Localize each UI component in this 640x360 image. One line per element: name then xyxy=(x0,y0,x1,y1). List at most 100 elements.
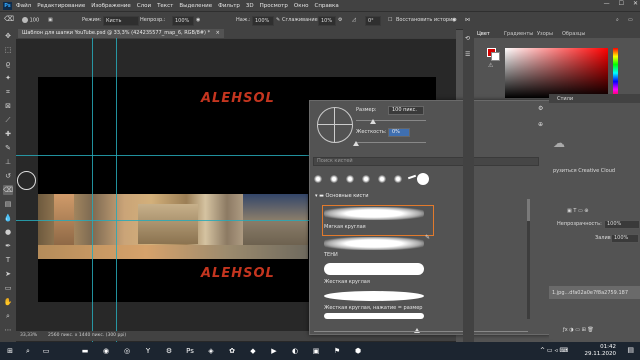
app-icon[interactable]: ▣ xyxy=(310,345,322,357)
color-spectrum[interactable] xyxy=(505,48,608,98)
eraser-tool-icon[interactable]: ⌫ xyxy=(3,185,13,195)
zoom-level[interactable]: 33,33% xyxy=(20,333,37,338)
hand-tool-icon[interactable]: ✋ xyxy=(3,297,13,307)
flow-field[interactable]: 100% xyxy=(252,16,274,26)
dodge-tool-icon[interactable]: ● xyxy=(3,227,13,237)
notifications-icon[interactable]: ▤ xyxy=(627,346,634,354)
tab-gradients[interactable]: Градиенты xyxy=(504,31,533,37)
recent-brush-7[interactable] xyxy=(407,174,417,180)
pressure-size-icon[interactable]: ◉ xyxy=(452,17,456,23)
path-selection-tool-icon[interactable]: ➤ xyxy=(3,269,13,279)
opacity-field[interactable]: 100% xyxy=(172,16,194,26)
app-icon[interactable]: ◆ xyxy=(247,345,259,357)
document-tab[interactable]: Шаблон для шапки YouTube.psd @ 33,3% (42… xyxy=(18,29,224,38)
layer-opacity-field[interactable]: 100% xyxy=(604,220,640,229)
tab-swatches[interactable]: Образцы xyxy=(562,31,585,37)
hardness-slider-thumb[interactable] xyxy=(353,141,359,146)
tab-styles[interactable]: Стили xyxy=(557,96,573,102)
mode-select[interactable]: Кисть xyxy=(103,16,139,26)
recent-brush-2[interactable] xyxy=(330,175,338,183)
recent-brush-5[interactable] xyxy=(378,175,386,183)
fill-field[interactable]: 100% xyxy=(611,234,639,243)
crop-tool-icon[interactable]: ⌗ xyxy=(3,87,13,97)
hue-slider[interactable] xyxy=(613,48,618,98)
layer-row[interactable]: 1.jpg...dfa02a0e7f8a2759.187 xyxy=(549,286,640,299)
tray-icons[interactable]: ^ ▭ ◃ ⌨ xyxy=(540,347,568,354)
history-brush-tool-icon[interactable]: ↺ xyxy=(3,171,13,181)
brush-folder-basic[interactable]: ▾ ▬ Основные кисти xyxy=(315,193,368,199)
browser-icon[interactable]: ◎ xyxy=(121,345,133,357)
eyedropper-tool-icon[interactable]: ⟋ xyxy=(3,115,13,125)
brush-preset-picker[interactable]: 100 xyxy=(22,17,39,24)
brush-list-scrollbar[interactable] xyxy=(527,199,530,319)
app-icon[interactable]: ▶ xyxy=(268,345,280,357)
marquee-tool-icon[interactable]: ⬚ xyxy=(3,45,13,55)
menu-select[interactable]: Выделение xyxy=(179,3,212,9)
pen-tool-icon[interactable]: ✒ xyxy=(3,241,13,251)
symmetry-icon[interactable]: ⋈ xyxy=(465,17,470,23)
clone-stamp-tool-icon[interactable]: ⊥ xyxy=(3,157,13,167)
recent-brush-4[interactable] xyxy=(362,175,370,183)
layer-filter-icons[interactable]: ▣ T ▭ ⊕ xyxy=(567,208,588,214)
menu-edit[interactable]: Редактирование xyxy=(37,3,85,9)
explorer-icon[interactable]: ▬ xyxy=(79,345,91,357)
menu-type[interactable]: Текст xyxy=(157,3,173,9)
quick-select-tool-icon[interactable]: ✦ xyxy=(3,73,13,83)
properties-panel-icon[interactable]: ☰ xyxy=(465,51,470,58)
minimize-button[interactable]: — xyxy=(604,0,610,7)
close-tab-icon[interactable]: × xyxy=(216,30,220,36)
hardness-slider-track[interactable] xyxy=(356,142,426,143)
preview-size-slider[interactable] xyxy=(314,331,528,332)
maximize-button[interactable]: ☐ xyxy=(619,0,624,7)
lasso-tool-icon[interactable]: ϱ xyxy=(3,59,13,69)
browser-icon[interactable]: ◉ xyxy=(100,345,112,357)
menu-layers[interactable]: Слои xyxy=(137,3,151,9)
menu-3d[interactable]: 3D xyxy=(246,3,254,9)
recent-brush-8[interactable] xyxy=(417,173,429,185)
hardness-field[interactable]: 0% xyxy=(388,128,410,137)
photoshop-taskbar-icon[interactable]: Ps xyxy=(184,345,196,357)
windows-start-icon[interactable]: ⊞ xyxy=(4,345,16,357)
rectangle-tool-icon[interactable]: ▭ xyxy=(3,283,13,293)
steam-icon[interactable]: ⚙ xyxy=(163,345,175,357)
blur-tool-icon[interactable]: 💧 xyxy=(3,213,13,223)
menu-file[interactable]: Файл xyxy=(16,3,31,9)
background-color[interactable] xyxy=(491,52,500,61)
size-slider-track[interactable] xyxy=(356,120,426,121)
scrollbar-thumb[interactable] xyxy=(527,199,530,221)
color-swatches[interactable] xyxy=(487,48,500,61)
layer-actions-icons[interactable]: ƒx ◑ ▭ ⊞ 🗑 xyxy=(563,327,594,333)
menu-help[interactable]: Справка xyxy=(314,3,338,9)
menu-filter[interactable]: Фильтр xyxy=(218,3,240,9)
brush-angle-preview[interactable] xyxy=(317,107,353,143)
brush-search-input[interactable]: Поиск кистей xyxy=(313,157,539,166)
move-tool-icon[interactable]: ✥ xyxy=(3,31,13,41)
tab-color[interactable]: Цвет xyxy=(477,31,490,37)
erase-to-history-checkbox[interactable]: ☐ xyxy=(388,17,392,23)
smoothing-settings-gear-icon[interactable]: ⚙ xyxy=(338,17,342,23)
app-icon[interactable]: ◈ xyxy=(205,345,217,357)
gradient-tool-icon[interactable]: ▤ xyxy=(3,199,13,209)
airbrush-icon[interactable]: ✎ xyxy=(276,17,280,23)
type-tool-icon[interactable]: T xyxy=(3,255,13,265)
healing-brush-tool-icon[interactable]: ✚ xyxy=(3,129,13,139)
menu-window[interactable]: Окно xyxy=(294,3,309,9)
menu-view[interactable]: Просмотр xyxy=(260,3,288,9)
workspace-icon[interactable]: ▭ xyxy=(628,17,633,23)
app-icon[interactable]: ⬢ xyxy=(352,345,364,357)
tab-patterns[interactable]: Узоры xyxy=(537,31,553,37)
history-panel-icon[interactable]: ⟲ xyxy=(465,35,470,42)
yandex-icon[interactable]: Y xyxy=(142,345,154,357)
smoothing-field[interactable]: 10% xyxy=(318,16,336,26)
toggle-brush-panel-icon[interactable]: ▣ xyxy=(48,17,53,23)
app-icon[interactable]: ✿ xyxy=(226,345,238,357)
system-clock[interactable]: 01:42 29.11.2020 xyxy=(585,344,617,358)
recent-brush-3[interactable] xyxy=(346,175,354,183)
task-view-icon[interactable]: ▭ xyxy=(40,345,52,357)
recent-brush-1[interactable] xyxy=(314,175,322,183)
close-button[interactable]: ✕ xyxy=(633,0,638,7)
app-icon[interactable]: ⚑ xyxy=(331,345,343,357)
recent-brush-6[interactable] xyxy=(394,175,402,183)
search-icon[interactable]: ⌕ xyxy=(22,345,34,357)
eraser-tool-icon[interactable]: ⌫ xyxy=(4,15,14,23)
